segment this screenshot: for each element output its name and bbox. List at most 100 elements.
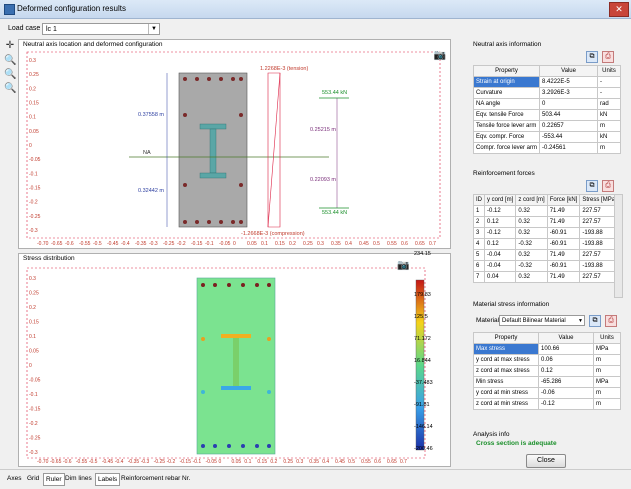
x-tick-label: -0.65 [51, 241, 63, 247]
x-tick-label: 0.7 [429, 241, 436, 247]
table-row[interactable]: Eqv. tensile Force 503.44 kN [472, 109, 621, 121]
table-row[interactable]: Max stress 100.66 MPa [473, 343, 621, 355]
col-header: Value [538, 332, 594, 344]
x-tick-label: 0.2 [270, 459, 277, 465]
x-tick-label: -0.15 [180, 459, 192, 465]
y-tick-label: -0.1 [29, 171, 38, 177]
table-cell: m [593, 387, 621, 399]
table-scrollbar[interactable] [614, 194, 623, 298]
y-tick-label: -0.25 [29, 214, 41, 220]
zoom-out-icon[interactable]: 🔍 [4, 69, 16, 81]
table-row[interactable]: Strain at origin 8.4222E-5- [472, 76, 621, 88]
x-tick-label: -0.55 [76, 459, 88, 465]
pan-icon[interactable]: ✛ [4, 40, 16, 52]
x-tick-label: -0.05 [219, 241, 231, 247]
table-row[interactable]: Curvature 3.2926E-3- [472, 87, 621, 99]
table-row[interactable]: 7 0.04 0.32 71.49 227.57 [473, 271, 620, 283]
x-tick-label: 0.65 [387, 459, 397, 465]
window-close-button[interactable]: ✕ [609, 2, 629, 17]
table-row[interactable]: Tensile force lever arm 0.22657 m [472, 120, 621, 132]
zoom-in-icon[interactable]: 🔍 [4, 55, 16, 67]
pdf-icon[interactable]: ⎙ [602, 51, 614, 63]
tension-annotation: 1.2268E-3 (tension) [260, 66, 308, 72]
table-cell: MPa [593, 376, 621, 388]
table-row[interactable]: 5 -0.04 0.32 71.49 227.57 [473, 249, 620, 261]
x-tick-label: -0.25 [154, 459, 166, 465]
table-cell: z cord at min stress [473, 398, 539, 410]
table-row[interactable]: 3 -0.12 0.32 -60.91 -193.88 [473, 227, 620, 239]
x-tick-label: -0.1 [205, 241, 214, 247]
table-row[interactable]: y cord at max stress 0.06 m [473, 354, 621, 366]
reinforcement-title: Reinforcement forces [473, 170, 535, 177]
table-row[interactable]: y cord at min stress -0.06 m [473, 387, 621, 399]
table-cell: -0.12 [483, 205, 517, 217]
table-cell: - [597, 76, 621, 88]
table-cell: -0.12 [483, 227, 517, 239]
camera-icon[interactable]: 📷 [434, 50, 446, 61]
material-select[interactable]: Default Bilinear Material ▼ [499, 315, 585, 326]
table-cell: 3.2926E-3 [539, 87, 598, 99]
x-tick-label: 0.45 [359, 241, 369, 247]
table-row[interactable]: z cord at min stress -0.12 m [473, 398, 621, 410]
tab-dim-lines[interactable]: Dim lines [63, 473, 94, 484]
table-row[interactable]: 6 -0.04 -0.32 -60.91 -193.88 [473, 260, 620, 272]
tab-grid[interactable]: Grid [25, 473, 41, 484]
dim-bottom-label: 0.32442 m [138, 188, 164, 194]
load-case-select[interactable]: lc 1 ▼ [42, 23, 160, 35]
close-button[interactable]: Close [526, 454, 566, 468]
title-bar: Deformed configuration results ✕ [0, 0, 631, 19]
pdf-icon[interactable]: ⎙ [602, 180, 614, 192]
x-tick-label: -0.05 [206, 459, 218, 465]
tab-reinforcement-rebar-nr[interactable]: Reinforcement rebar Nr. [119, 473, 192, 484]
stress-distribution-plot[interactable]: -0.70 -0.65 -0.6 -0.55 -0.5 -0.45 -0.4 -0.35 -0.… [18, 251, 451, 467]
table-row[interactable]: Eqv. compr. Force -553.44 kN [472, 131, 621, 143]
copy-icon[interactable]: ⧉ [589, 315, 601, 327]
material-value: Default Bilinear Material [502, 318, 566, 324]
table-cell: m [597, 120, 621, 132]
legend-value: 179.83 [414, 292, 431, 298]
table-row[interactable]: 2 0.12 0.32 71.49 227.57 [473, 216, 620, 228]
tab-labels[interactable]: Labels [95, 473, 121, 486]
tab-ruler[interactable]: Ruler [43, 473, 65, 486]
table-row[interactable]: NA angle 0 rad [472, 98, 621, 110]
table-cell: -0.04 [483, 260, 517, 272]
x-tick-label: -0.35 [128, 459, 140, 465]
y-tick-label: 0.25 [29, 72, 39, 78]
x-tick-label: -0.6 [63, 459, 72, 465]
x-tick-label: 0.4 [322, 459, 329, 465]
x-tick-label: -0.1 [193, 459, 202, 465]
camera-icon[interactable]: 📷 [397, 260, 409, 271]
pdf-icon[interactable]: ⎙ [605, 315, 617, 327]
table-cell: y cord at max stress [473, 354, 539, 366]
neutral-axis-plot[interactable]: NA 1.2268E-3 (tension) -1.2668E-3 (compr… [18, 39, 451, 249]
legend-value: 125.5 [414, 314, 428, 320]
copy-icon[interactable]: ⧉ [586, 180, 598, 192]
x-tick-label: 0.25 [303, 241, 313, 247]
tab-axes[interactable]: Axes [5, 473, 23, 484]
table-row[interactable]: 4 0.12 -0.32 -60.91 -193.88 [473, 238, 620, 250]
material-table: Property Value Units Max stress 100.66 MPa… [473, 332, 621, 410]
table-cell: m [597, 142, 621, 154]
table-row[interactable]: Compr. force lever arm -0.24561 m [472, 142, 621, 154]
table-row[interactable]: Min stress -65.286 MPa [473, 376, 621, 388]
y-tick-label: 0.15 [29, 101, 39, 107]
analysis-status: Cross section is adequate [476, 440, 557, 447]
x-tick-label: -0.35 [135, 241, 147, 247]
x-tick-label: 0.55 [361, 459, 371, 465]
table-cell: 0.12 [483, 216, 517, 228]
table-cell: -0.12 [538, 398, 594, 410]
plot2-title: Stress distribution [23, 255, 75, 262]
table-row[interactable]: 1 -0.12 0.32 71.49 227.57 [473, 205, 620, 217]
x-tick-label: -0.70 [37, 459, 49, 465]
y-tick-label: 0.2 [29, 305, 36, 311]
table-cell: 1 [473, 205, 485, 217]
x-tick-label: -0.15 [191, 241, 203, 247]
zoom-fit-icon[interactable]: 🔍 [4, 83, 16, 95]
copy-icon[interactable]: ⧉ [586, 51, 598, 63]
x-tick-label: -0.3 [149, 241, 158, 247]
x-tick-label: 0.25 [283, 459, 293, 465]
table-row[interactable]: z cord at max stress 0.12 m [473, 365, 621, 377]
reinforcement-table: ID y cord [m] z cord [m] Force [kN] Stre… [473, 194, 620, 283]
force-top-label: 553.44 kN [322, 90, 347, 96]
table-cell: 503.44 [539, 109, 598, 121]
